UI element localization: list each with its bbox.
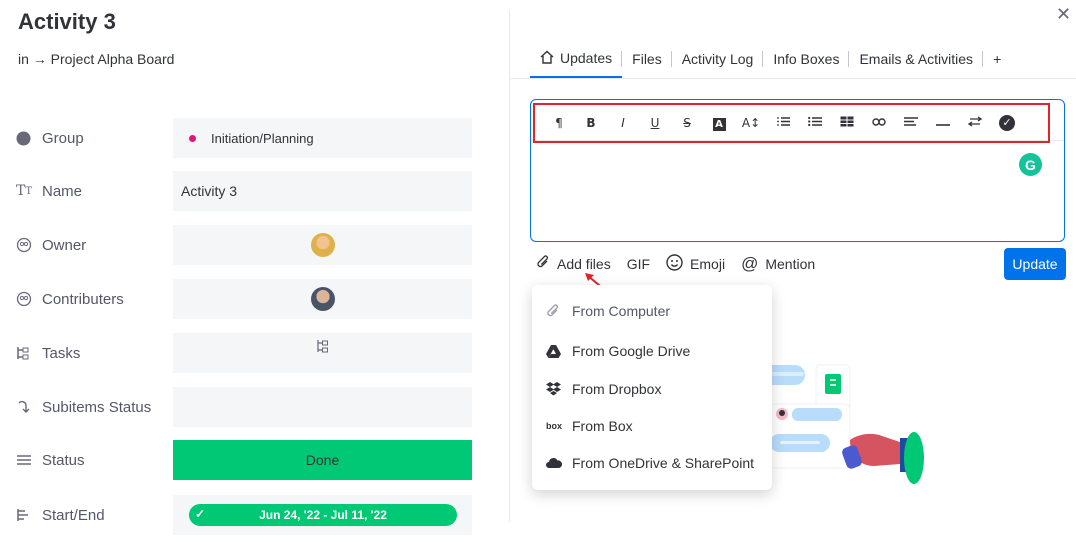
emoji-icon bbox=[666, 253, 683, 275]
item-details-pane: Activity 3 in → Project Alpha Board Grou… bbox=[0, 0, 510, 542]
field-row-tasks: Tasks bbox=[0, 333, 510, 373]
onedrive-icon bbox=[546, 458, 572, 468]
field-label: Contributers bbox=[42, 290, 124, 308]
emoji-button[interactable]: Emoji bbox=[666, 253, 725, 275]
contributer-avatar[interactable] bbox=[310, 287, 335, 311]
gif-button[interactable]: GIF bbox=[627, 256, 650, 272]
group-color-dot bbox=[189, 134, 196, 142]
at-icon: @ bbox=[741, 254, 759, 273]
field-row-start-end: Start/End ✓ Jun 24, '22 - Jul 11, '22 bbox=[0, 495, 510, 535]
grammarly-icon[interactable]: G bbox=[1019, 153, 1042, 176]
bold-button[interactable]: B bbox=[575, 116, 607, 130]
subitems-icon[interactable] bbox=[316, 339, 330, 356]
bullet-list-icon[interactable] bbox=[799, 116, 831, 130]
timeline-pill[interactable]: ✓ Jun 24, '22 - Jul 11, '22 bbox=[189, 504, 457, 526]
field-label: Subitems Status bbox=[42, 398, 152, 416]
paperclip-icon bbox=[546, 303, 572, 319]
table-icon[interactable] bbox=[831, 116, 863, 130]
update-button[interactable]: Update bbox=[1004, 248, 1066, 280]
status-value: Done bbox=[305, 452, 340, 468]
from-onedrive-item[interactable]: From OneDrive & SharePoint bbox=[546, 452, 754, 474]
owner-avatar[interactable] bbox=[310, 233, 335, 257]
tab-updates[interactable]: Updates bbox=[530, 40, 623, 78]
group-value: Initiation/Planning bbox=[211, 130, 314, 146]
divider-icon[interactable] bbox=[927, 116, 959, 130]
timeline-value: Jun 24, '22 - Jul 11, '22 bbox=[259, 508, 387, 522]
field-label: Name bbox=[42, 182, 83, 200]
field-label: Start/End bbox=[42, 506, 105, 524]
paperclip-icon bbox=[536, 254, 550, 274]
name-cell[interactable]: Activity 3 bbox=[173, 171, 472, 211]
text-direction-icon[interactable] bbox=[959, 116, 991, 130]
tabs-underline bbox=[510, 78, 1076, 79]
owner-cell[interactable] bbox=[173, 225, 472, 265]
text-color-button[interactable]: A bbox=[703, 116, 735, 131]
field-row-group: Group Initiation/Planning bbox=[0, 118, 510, 158]
field-label: Status bbox=[42, 451, 85, 469]
from-computer-item[interactable]: From Computer bbox=[546, 300, 670, 322]
timeline-icon bbox=[16, 507, 36, 523]
align-icon[interactable] bbox=[895, 116, 927, 130]
field-row-name: TT Name Activity 3 bbox=[0, 171, 510, 211]
editor-toolbar: ¶ B I U S A A↕ ✓ bbox=[533, 103, 1050, 143]
box-icon: box bbox=[546, 421, 563, 431]
arrow-down-icon bbox=[16, 399, 36, 415]
from-google-drive-item[interactable]: From Google Drive bbox=[546, 340, 690, 362]
check-icon: ✓ bbox=[195, 507, 206, 521]
tab-emails-activities[interactable]: Emails & Activities bbox=[849, 40, 984, 78]
contributers-cell[interactable] bbox=[173, 279, 472, 319]
editor-actions: Add files GIF Emoji @ Mention bbox=[536, 253, 831, 275]
field-label: Tasks bbox=[42, 344, 81, 362]
people-icon bbox=[16, 237, 36, 253]
pane-divider bbox=[509, 10, 510, 522]
group-cell[interactable]: Initiation/Planning bbox=[173, 118, 472, 158]
subitems-status-cell[interactable] bbox=[173, 387, 472, 427]
mention-button[interactable]: @ Mention bbox=[741, 254, 815, 274]
people-icon bbox=[16, 291, 36, 307]
add-files-button[interactable]: Add files bbox=[536, 254, 611, 274]
field-row-owner: Owner bbox=[0, 225, 510, 265]
list-icon bbox=[16, 454, 36, 466]
tab-add[interactable]: + bbox=[983, 40, 1011, 78]
field-row-subitems-status: Subitems Status bbox=[0, 387, 510, 427]
dropbox-icon bbox=[546, 382, 572, 396]
link-icon[interactable] bbox=[863, 116, 895, 130]
close-icon[interactable]: ✕ bbox=[1056, 4, 1071, 25]
from-dropbox-item[interactable]: From Dropbox bbox=[546, 378, 661, 400]
ordered-list-icon[interactable] bbox=[767, 116, 799, 130]
check-icon[interactable]: ✓ bbox=[991, 115, 1023, 131]
italic-button[interactable]: I bbox=[607, 116, 639, 130]
tab-info-boxes[interactable]: Info Boxes bbox=[763, 40, 850, 78]
field-label: Group bbox=[42, 129, 84, 147]
home-icon bbox=[540, 50, 554, 67]
paragraph-button[interactable]: ¶ bbox=[543, 116, 575, 130]
circle-icon bbox=[16, 131, 36, 146]
tab-bar: Updates Files Activity Log Info Boxes Em… bbox=[530, 40, 1011, 78]
text-icon: TT bbox=[16, 183, 33, 199]
tasks-cell[interactable] bbox=[173, 333, 472, 373]
subitems-icon bbox=[16, 345, 36, 361]
tab-activity-log[interactable]: Activity Log bbox=[672, 40, 764, 78]
name-value: Activity 3 bbox=[181, 183, 238, 199]
underline-button[interactable]: U bbox=[639, 116, 671, 130]
item-title[interactable]: Activity 3 bbox=[18, 9, 116, 35]
from-box-item[interactable]: box From Box bbox=[546, 415, 633, 437]
strikethrough-button[interactable]: S bbox=[671, 116, 703, 130]
google-drive-icon bbox=[546, 344, 572, 358]
status-cell[interactable]: Done bbox=[173, 440, 472, 480]
field-label: Owner bbox=[42, 236, 87, 254]
timeline-cell[interactable]: ✓ Jun 24, '22 - Jul 11, '22 bbox=[173, 495, 472, 535]
breadcrumb[interactable]: in → Project Alpha Board bbox=[18, 51, 174, 67]
field-row-status: Status Done bbox=[0, 440, 510, 480]
empty-state-illustration bbox=[760, 364, 924, 484]
add-files-dropdown: From Computer From Google Drive From Dro… bbox=[532, 285, 772, 490]
field-row-contributers: Contributers bbox=[0, 279, 510, 319]
tab-files[interactable]: Files bbox=[622, 40, 672, 78]
font-size-button[interactable]: A↕ bbox=[735, 116, 767, 130]
